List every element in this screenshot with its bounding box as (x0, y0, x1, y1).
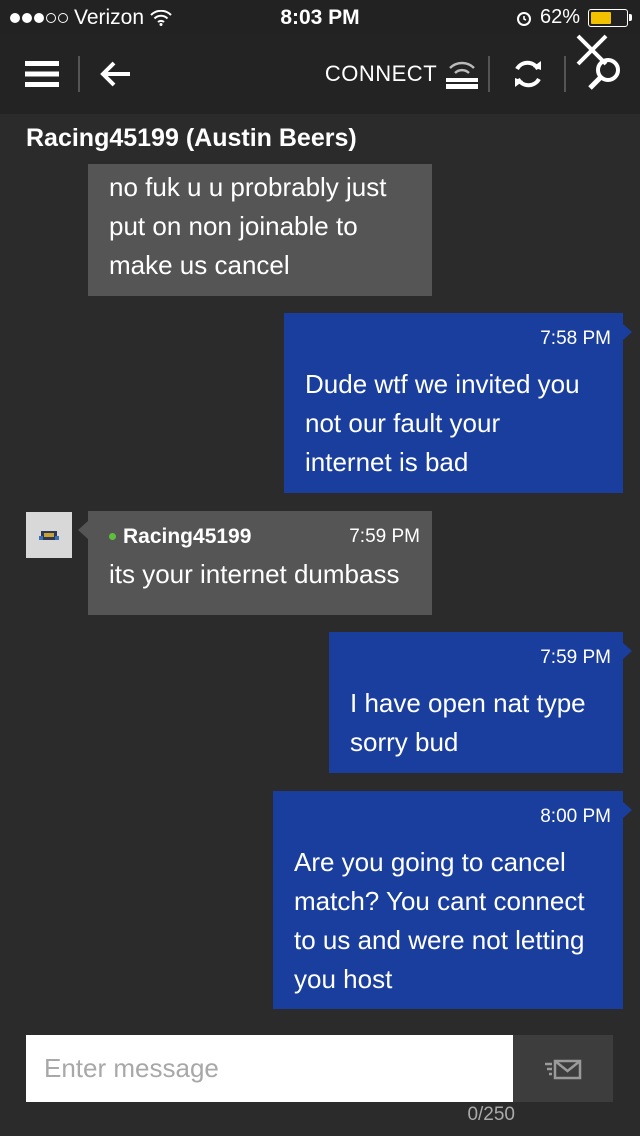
message-outgoing[interactable]: 7:59 PM I have open nat type sorry bud (329, 632, 632, 773)
connect-button[interactable]: CONNECT (322, 34, 482, 114)
wifi-connect-icon (446, 61, 479, 89)
message-time: 8:00 PM (540, 806, 611, 827)
message-text: its your internet dumbass (109, 559, 400, 589)
message-header: Racing45199 7:59 PM (109, 521, 420, 551)
gamerpic-icon (39, 531, 59, 540)
app-toolbar: CONNECT (0, 34, 640, 114)
back-button[interactable] (88, 34, 144, 114)
alarm-icon (516, 11, 531, 26)
toolbar-divider (488, 56, 490, 92)
message-input[interactable] (26, 1035, 513, 1102)
message-time: 7:58 PM (540, 328, 611, 349)
close-icon (576, 34, 608, 66)
avatar[interactable] (26, 512, 72, 558)
back-arrow-icon (100, 61, 130, 87)
message-outgoing[interactable]: 7:58 PM Dude wtf we invited you not our … (284, 313, 632, 493)
message-time: 7:59 PM (540, 647, 611, 668)
message-text: I have open nat type sorry bud (350, 688, 586, 757)
message-incoming[interactable]: Racing45199 7:59 PM its your internet du… (78, 511, 432, 615)
battery-group: 62% (516, 6, 632, 29)
message-text: Dude wtf we invited you not our fault yo… (305, 369, 580, 477)
battery-percent: 62% (539, 6, 580, 28)
menu-icon (25, 61, 59, 87)
send-message-icon (545, 1059, 582, 1079)
battery-icon (588, 8, 632, 27)
status-bar: Verizon 8:03 PM 62% (0, 0, 640, 34)
menu-button[interactable] (14, 34, 70, 114)
send-button[interactable] (513, 1035, 613, 1102)
refresh-icon (515, 60, 541, 88)
conversation-title: Racing45199 (Austin Beers) (26, 124, 357, 152)
character-counter: 0/250 (467, 1104, 515, 1125)
close-button[interactable] (570, 30, 614, 74)
online-status-icon (109, 532, 116, 540)
message-text: Are you going to cancel match? You cant … (294, 847, 585, 994)
toolbar-divider (564, 56, 566, 92)
refresh-button[interactable] (500, 34, 556, 114)
message-sender[interactable]: Racing45199 (109, 517, 251, 556)
message-text: no fuk u u probrably just put on non joi… (109, 172, 387, 280)
message-time: 7:59 PM (349, 525, 420, 547)
connect-label: CONNECT (324, 61, 438, 86)
toolbar-divider (78, 56, 80, 92)
message-outgoing[interactable]: 8:00 PM Are you going to cancel match? Y… (273, 791, 632, 1009)
message-incoming[interactable]: no fuk u u probrably just put on non joi… (88, 164, 432, 296)
sender-name: Racing45199 (123, 524, 252, 548)
